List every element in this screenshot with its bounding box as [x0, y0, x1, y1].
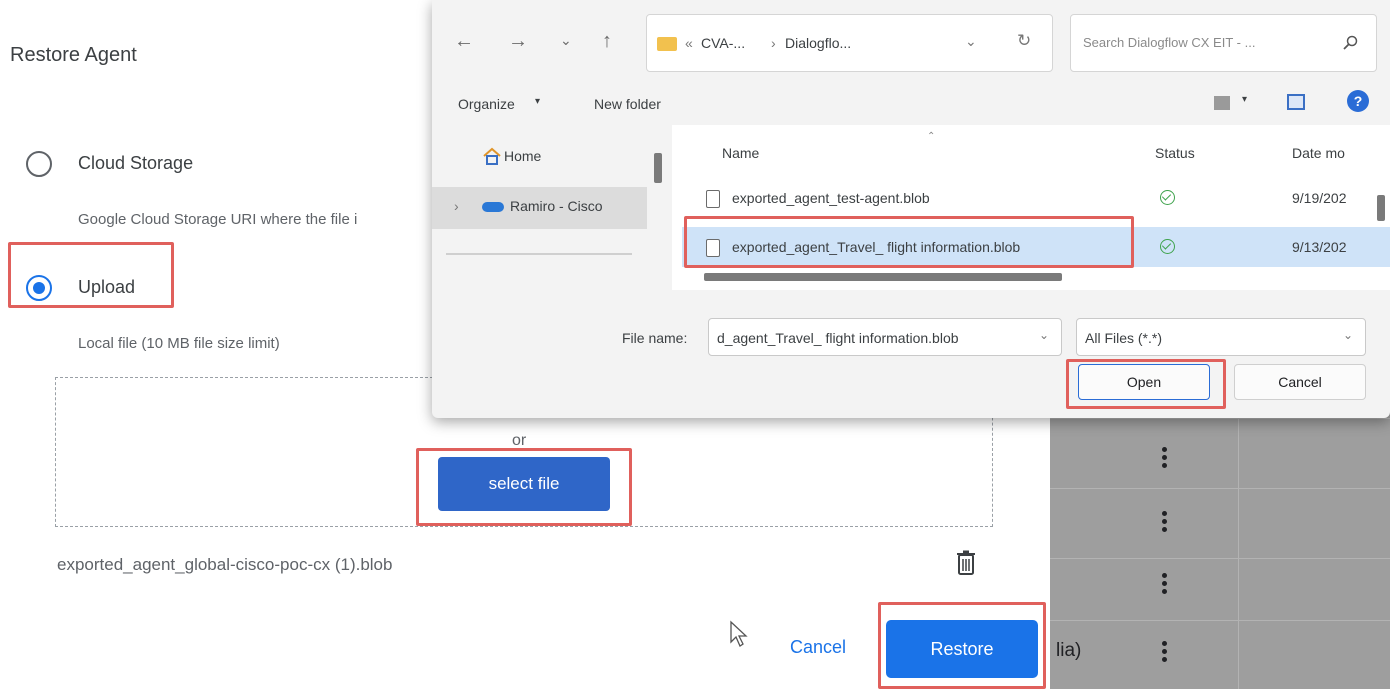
cancel-button[interactable]: Cancel [790, 637, 846, 658]
upload-hint: Local file (10 MB file size limit) [78, 335, 280, 352]
file-type-dropdown-icon[interactable]: ⌄ [1343, 328, 1353, 342]
file-row-date: 9/13/202 [1292, 239, 1347, 255]
search-placeholder: Search Dialogflow CX EIT - ... [1083, 35, 1256, 50]
file-row-date: 9/19/202 [1292, 190, 1347, 206]
more-vert-icon[interactable] [1162, 447, 1168, 471]
sort-indicator-icon: ⌃ [927, 131, 936, 142]
nav-item-home[interactable]: Home [504, 148, 541, 164]
sync-status-check-icon [1160, 239, 1175, 254]
highlight-box [684, 216, 1134, 268]
breadcrumb-separator-icon: › [771, 35, 776, 51]
file-type-value: All Files (*.*) [1085, 330, 1163, 346]
address-dropdown-icon[interactable]: ⌄ [965, 33, 977, 50]
forward-arrow-icon[interactable]: → [508, 30, 528, 53]
view-options-icon[interactable] [1214, 96, 1230, 110]
upload-radio[interactable] [26, 275, 52, 301]
delete-icon[interactable] [956, 550, 976, 576]
table-cell-text: lia) [1056, 640, 1082, 661]
column-header-status[interactable]: Status [1155, 145, 1195, 161]
file-row[interactable]: exported_agent_test-agent.blob 9/19/202 [682, 178, 1390, 218]
breadcrumb-item[interactable]: CVA-... [701, 35, 745, 51]
folder-icon [657, 37, 677, 51]
sync-status-check-icon [1160, 190, 1175, 205]
breadcrumb-prefix-icon: « [685, 35, 693, 51]
nav-scrollbar-thumb[interactable] [654, 153, 662, 183]
upload-label: Upload [78, 277, 136, 297]
table-row [1050, 488, 1390, 559]
column-header-date[interactable]: Date mo [1292, 145, 1345, 161]
file-open-dialog: ← → ⌄ ↑ « CVA-... › Dialogflo... ⌄ ↻ Sea… [432, 0, 1390, 418]
nav-divider [446, 253, 632, 255]
expand-chevron-icon[interactable]: › [454, 198, 459, 214]
mouse-cursor-icon [730, 620, 748, 647]
dialog-cancel-button[interactable]: Cancel [1234, 364, 1366, 400]
organize-dropdown-icon[interactable]: ▾ [535, 96, 540, 107]
file-name-dropdown-icon[interactable]: ⌄ [1039, 328, 1049, 342]
file-name-value: d_agent_Travel_ flight information.blob [717, 330, 959, 346]
refresh-icon[interactable]: ↻ [1017, 31, 1031, 51]
navigation-pane: Home › Ramiro - Cisco [432, 125, 662, 290]
view-dropdown-icon[interactable]: ▾ [1242, 94, 1247, 105]
home-icon [483, 147, 501, 165]
file-type-select[interactable]: All Files (*.*) ⌄ [1076, 318, 1366, 356]
onedrive-cloud-icon [482, 202, 504, 212]
cloud-storage-radio[interactable] [26, 151, 52, 177]
file-name-field[interactable]: d_agent_Travel_ flight information.blob … [708, 318, 1062, 356]
select-file-button[interactable]: select file [438, 457, 610, 511]
search-icon[interactable] [1343, 35, 1359, 51]
uploaded-file-name: exported_agent_global-cisco-poc-cx (1).b… [57, 555, 393, 574]
recent-locations-chevron-icon[interactable]: ⌄ [560, 32, 572, 49]
nav-item-onedrive[interactable]: Ramiro - Cisco [510, 198, 603, 214]
restore-button[interactable]: Restore [886, 620, 1038, 678]
open-button[interactable]: Open [1078, 364, 1210, 400]
address-bar[interactable]: « CVA-... › Dialogflo... ⌄ ↻ [646, 14, 1053, 72]
up-arrow-icon[interactable]: ↑ [602, 30, 612, 53]
cloud-storage-label: Cloud Storage [78, 153, 194, 173]
back-arrow-icon[interactable]: ← [454, 30, 474, 53]
page-title: Restore Agent [10, 44, 137, 66]
search-box[interactable]: Search Dialogflow CX EIT - ... [1070, 14, 1377, 72]
more-vert-icon[interactable] [1162, 573, 1168, 597]
more-vert-icon[interactable] [1162, 641, 1168, 665]
preview-pane-icon[interactable] [1287, 94, 1305, 110]
breadcrumb-item[interactable]: Dialogflo... [785, 35, 851, 51]
table-row [1050, 558, 1390, 629]
table-row [1050, 418, 1390, 489]
file-icon [706, 190, 720, 208]
table-row [1050, 620, 1390, 691]
organize-menu[interactable]: Organize [458, 96, 515, 112]
file-row-name: exported_agent_test-agent.blob [732, 190, 930, 206]
horizontal-scrollbar-thumb[interactable] [704, 273, 1062, 281]
file-name-label: File name: [622, 330, 688, 346]
more-vert-icon[interactable] [1162, 511, 1168, 535]
help-icon[interactable]: ? [1347, 90, 1369, 112]
cloud-storage-hint: Google Cloud Storage URI where the file … [78, 211, 358, 228]
new-folder-button[interactable]: New folder [594, 96, 661, 112]
column-header-name[interactable]: Name [722, 145, 759, 161]
